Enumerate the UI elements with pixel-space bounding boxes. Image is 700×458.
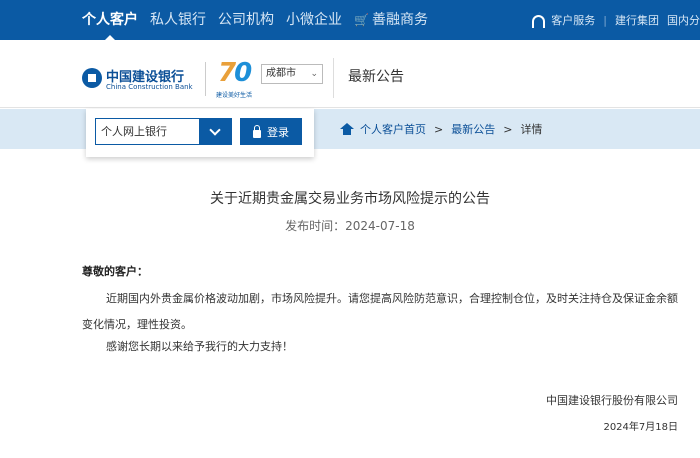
breadcrumb-home[interactable]: 个人客户首页 — [360, 121, 426, 137]
nav-personal[interactable]: 个人客户 — [82, 0, 138, 40]
article-title: 关于近期贵金属交易业务市场风险提示的公告 — [210, 191, 490, 207]
login-button[interactable]: 登录 — [240, 118, 302, 145]
nav-corporate[interactable]: 公司机构 — [218, 0, 274, 40]
customer-service-link[interactable]: 客户服务 — [551, 12, 595, 28]
login-button-label: 登录 — [267, 125, 289, 139]
home-icon — [340, 123, 354, 135]
breadcrumb-section[interactable]: 最新公告 — [451, 121, 495, 137]
nav-separator: | — [603, 13, 607, 27]
logo-divider — [205, 62, 206, 96]
nav-ecommerce-label: 善融商务 — [371, 12, 428, 28]
headset-icon — [532, 14, 546, 28]
nav-private-banking[interactable]: 私人银行 — [150, 0, 206, 40]
nav-ecommerce[interactable]: 🛒 善融商务 — [354, 0, 428, 40]
anniversary-logo: 70 — [218, 58, 252, 88]
nav-small-business[interactable]: 小微企业 — [286, 0, 342, 40]
city-value: 成都市 — [266, 68, 296, 79]
login-panel: 个人网上银行 登录 — [86, 109, 314, 157]
breadcrumb-current: 详情 — [520, 123, 543, 136]
signature-org: 中国建设银行股份有限公司 — [546, 394, 678, 407]
group-link[interactable]: 建行集团 — [615, 12, 659, 28]
article-paragraph: 近期国内外贵金属价格波动加剧，市场风险提升。请您提高风险防范意识，合理控制仓位，… — [82, 292, 678, 331]
cart-icon: 🛒 — [354, 13, 369, 27]
article-salutation: 尊敬的客户： — [82, 265, 148, 278]
breadcrumb-separator: > — [434, 122, 444, 136]
intl-link[interactable]: 国内分 — [667, 12, 700, 28]
chevron-down-icon[interactable] — [199, 119, 231, 144]
utility-nav: 客户服务 | 建行集团 国内分 — [532, 0, 700, 40]
lock-icon — [253, 124, 261, 138]
login-channel-value: 个人网上银行 — [101, 125, 167, 138]
chevron-down-icon: ⌄ — [310, 69, 318, 79]
primary-nav: 个人客户 私人银行 公司机构 小微企业 🛒 善融商务 — [82, 0, 440, 40]
breadcrumb: 个人客户首页 > 最新公告 > 详情 — [340, 109, 542, 149]
anniversary-slogan: 建设美好生活 — [216, 92, 253, 99]
top-nav: 个人客户 私人银行 公司机构 小微企业 🛒 善融商务 客户服务 | 建行集团 国内… — [0, 0, 700, 40]
article-paragraph: 感谢您长期以来给予我行的大力支持！ — [106, 340, 293, 353]
ccb-logo-icon[interactable] — [82, 68, 102, 88]
bank-name-en: China Construction Bank — [106, 83, 193, 91]
heading-divider — [333, 58, 334, 98]
page-title: 最新公告 — [348, 69, 404, 85]
article-date: 发布时间：2024-07-18 — [285, 219, 415, 233]
city-select[interactable]: 成都市 ⌄ — [261, 64, 323, 84]
breadcrumb-separator: > — [503, 122, 513, 136]
logo-bar: 中国建设银行 China Construction Bank 70 建设美好生活… — [0, 40, 700, 108]
signature-date: 2024年7月18日 — [603, 422, 678, 433]
login-channel-select[interactable]: 个人网上银行 — [95, 118, 232, 145]
